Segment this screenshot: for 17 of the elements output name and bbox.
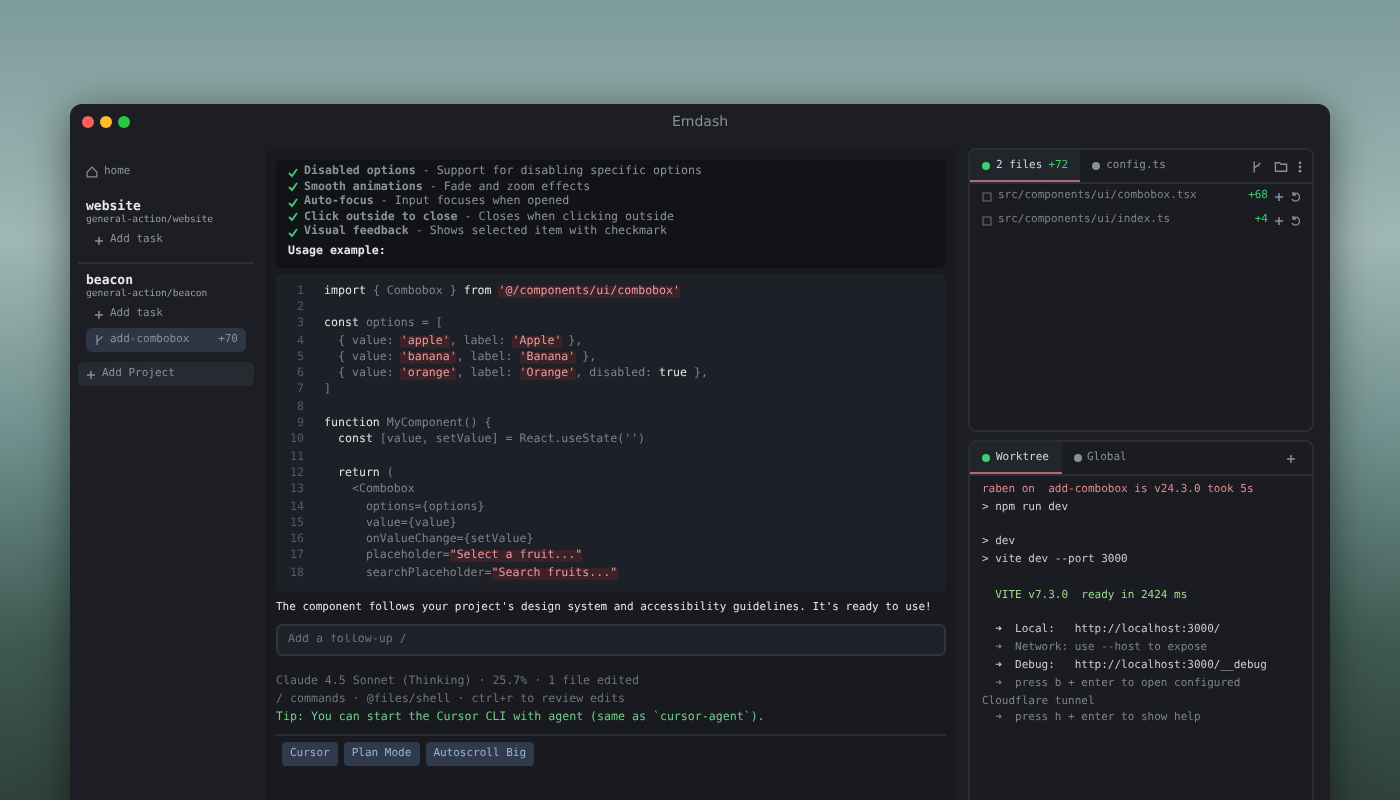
plus-icon bbox=[94, 309, 104, 319]
close-icon[interactable] bbox=[82, 116, 94, 128]
file-icon bbox=[982, 191, 992, 201]
undo-icon[interactable] bbox=[1290, 215, 1300, 225]
maximize-icon[interactable] bbox=[118, 116, 130, 128]
add-icon[interactable] bbox=[1274, 215, 1284, 225]
add-icon[interactable] bbox=[1286, 453, 1296, 463]
minimize-icon[interactable] bbox=[100, 116, 112, 128]
branch-icon bbox=[94, 334, 104, 346]
plus-icon bbox=[94, 235, 104, 245]
home-icon bbox=[86, 166, 98, 178]
add-icon[interactable] bbox=[1274, 191, 1284, 201]
plus-icon bbox=[86, 369, 96, 379]
file-icon bbox=[982, 215, 992, 225]
folder-icon[interactable] bbox=[1274, 159, 1288, 173]
undo-icon[interactable] bbox=[1290, 191, 1300, 201]
branch-icon[interactable] bbox=[1250, 159, 1264, 173]
